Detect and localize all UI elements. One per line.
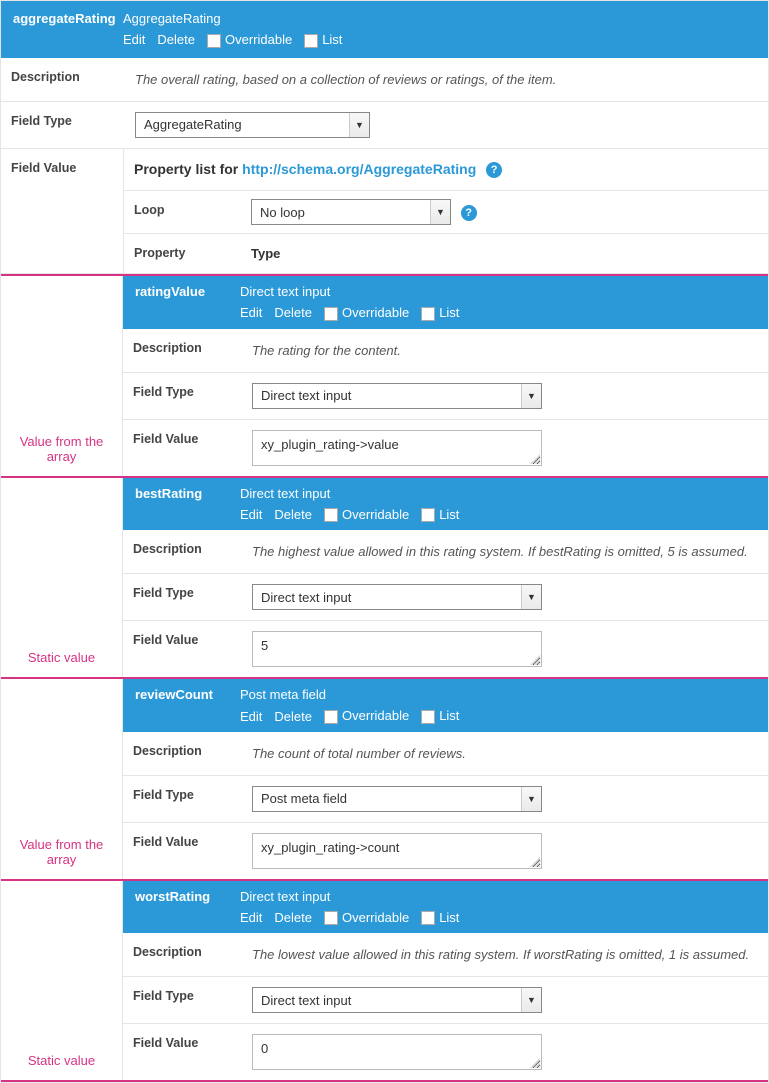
field-type-value: AggregateRating xyxy=(144,117,242,132)
nested-field-type-select[interactable]: Post meta field ▼ xyxy=(252,786,542,812)
nested-field-value-input[interactable]: 0 xyxy=(252,1034,542,1070)
nested-property-worstRating: Static value worstRating Direct text inp… xyxy=(1,881,768,1083)
label-description: Description xyxy=(123,933,240,976)
property-panel: aggregateRating AggregateRating Edit Del… xyxy=(0,0,769,1083)
loop-value: No loop xyxy=(260,205,305,220)
nested-property-name: reviewCount xyxy=(135,687,240,702)
edit-link[interactable]: Edit xyxy=(123,32,145,47)
nested-property-type: Direct text input xyxy=(240,284,756,299)
label-field-value: Field Value xyxy=(123,1024,240,1080)
overridable-checkbox[interactable]: Overridable xyxy=(324,910,409,926)
label-description: Description xyxy=(1,58,123,101)
nested-header-bestRating: bestRating Direct text input Edit Delete… xyxy=(123,478,768,531)
overridable-checkbox[interactable]: Overridable xyxy=(324,708,409,724)
delete-link[interactable]: Delete xyxy=(274,305,312,320)
label-field-value: Field Value xyxy=(1,149,123,274)
chevron-down-icon: ▼ xyxy=(521,787,541,811)
help-icon[interactable]: ? xyxy=(461,205,477,221)
nested-property-name: worstRating xyxy=(135,889,240,904)
nested-property-ratingValue: Value from the array ratingValue Direct … xyxy=(1,274,768,478)
label-field-type: Field Type xyxy=(123,776,240,822)
side-note: Static value xyxy=(1,881,123,1081)
overridable-checkbox[interactable]: Overridable xyxy=(207,32,292,48)
list-label: List xyxy=(322,32,342,47)
nested-property-name: bestRating xyxy=(135,486,240,501)
chevron-down-icon: ▼ xyxy=(430,200,450,224)
list-checkbox[interactable]: List xyxy=(421,708,459,724)
property-header-aggregate-rating: aggregateRating AggregateRating Edit Del… xyxy=(1,1,768,58)
delete-link[interactable]: Delete xyxy=(157,32,195,47)
label-field-value: Field Value xyxy=(123,823,240,879)
label-field-type: Field Type xyxy=(123,977,240,1023)
list-checkbox[interactable]: List xyxy=(421,910,459,926)
label-field-type: Field Type xyxy=(1,102,123,148)
overridable-checkbox[interactable]: Overridable xyxy=(324,507,409,523)
nested-property-type: Direct text input xyxy=(240,486,756,501)
nested-header-reviewCount: reviewCount Post meta field Edit Delete … xyxy=(123,679,768,732)
edit-link[interactable]: Edit xyxy=(240,507,262,522)
label-field-type: Field Type xyxy=(123,574,240,620)
chevron-down-icon: ▼ xyxy=(521,988,541,1012)
nested-field-type-value: Post meta field xyxy=(261,791,347,806)
list-checkbox[interactable]: List xyxy=(421,507,459,523)
delete-link[interactable]: Delete xyxy=(274,507,312,522)
property-name: aggregateRating xyxy=(13,11,123,26)
label-property: Property xyxy=(124,234,241,273)
label-field-type: Field Type xyxy=(123,373,240,419)
nested-header-worstRating: worstRating Direct text input Edit Delet… xyxy=(123,881,768,934)
nested-description: The highest value allowed in this rating… xyxy=(240,530,768,573)
edit-link[interactable]: Edit xyxy=(240,910,262,925)
nested-field-type-value: Direct text input xyxy=(261,388,351,403)
nested-header-ratingValue: ratingValue Direct text input Edit Delet… xyxy=(123,276,768,329)
nested-field-type-value: Direct text input xyxy=(261,590,351,605)
list-checkbox[interactable]: List xyxy=(421,305,459,321)
resize-handle-icon xyxy=(530,857,540,867)
delete-link[interactable]: Delete xyxy=(274,910,312,925)
nested-field-type-value: Direct text input xyxy=(261,993,351,1008)
property-list-title: Property list for http://schema.org/Aggr… xyxy=(134,161,480,181)
edit-link[interactable]: Edit xyxy=(240,305,262,320)
resize-handle-icon xyxy=(530,454,540,464)
edit-link[interactable]: Edit xyxy=(240,709,262,724)
nested-field-type-select[interactable]: Direct text input ▼ xyxy=(252,987,542,1013)
nested-property-type: Direct text input xyxy=(240,889,756,904)
nested-field-type-select[interactable]: Direct text input ▼ xyxy=(252,584,542,610)
label-type-col: Type xyxy=(241,234,768,273)
property-type: AggregateRating xyxy=(123,11,756,26)
label-description: Description xyxy=(123,732,240,775)
resize-handle-icon xyxy=(530,1058,540,1068)
help-icon[interactable]: ? xyxy=(486,162,502,178)
nested-field-value-input[interactable]: xy_plugin_rating->value xyxy=(252,430,542,466)
nested-property-bestRating: Static value bestRating Direct text inpu… xyxy=(1,478,768,680)
label-loop: Loop xyxy=(124,191,241,233)
nested-field-type-select[interactable]: Direct text input ▼ xyxy=(252,383,542,409)
chevron-down-icon: ▼ xyxy=(521,585,541,609)
overridable-label: Overridable xyxy=(225,32,292,47)
nested-field-value-input[interactable]: 5 xyxy=(252,631,542,667)
resize-handle-icon xyxy=(530,655,540,665)
loop-select[interactable]: No loop ▼ xyxy=(251,199,451,225)
nested-description: The rating for the content. xyxy=(240,329,768,372)
chevron-down-icon: ▼ xyxy=(521,384,541,408)
description-text: The overall rating, based on a collectio… xyxy=(123,58,768,101)
side-note: Value from the array xyxy=(1,276,123,476)
list-checkbox[interactable]: List xyxy=(304,32,342,48)
label-field-value: Field Value xyxy=(123,621,240,677)
nested-description: The count of total number of reviews. xyxy=(240,732,768,775)
nested-property-reviewCount: Value from the array reviewCount Post me… xyxy=(1,679,768,881)
nested-field-value-input[interactable]: xy_plugin_rating->count xyxy=(252,833,542,869)
side-note: Static value xyxy=(1,478,123,678)
nested-property-name: ratingValue xyxy=(135,284,240,299)
nested-property-type: Post meta field xyxy=(240,687,756,702)
schema-link[interactable]: http://schema.org/AggregateRating xyxy=(242,161,476,177)
field-type-select[interactable]: AggregateRating ▼ xyxy=(135,112,370,138)
chevron-down-icon: ▼ xyxy=(349,113,369,137)
side-note: Value from the array xyxy=(1,679,123,879)
label-description: Description xyxy=(123,530,240,573)
overridable-checkbox[interactable]: Overridable xyxy=(324,305,409,321)
nested-description: The lowest value allowed in this rating … xyxy=(240,933,768,976)
label-description: Description xyxy=(123,329,240,372)
delete-link[interactable]: Delete xyxy=(274,709,312,724)
label-field-value: Field Value xyxy=(123,420,240,476)
